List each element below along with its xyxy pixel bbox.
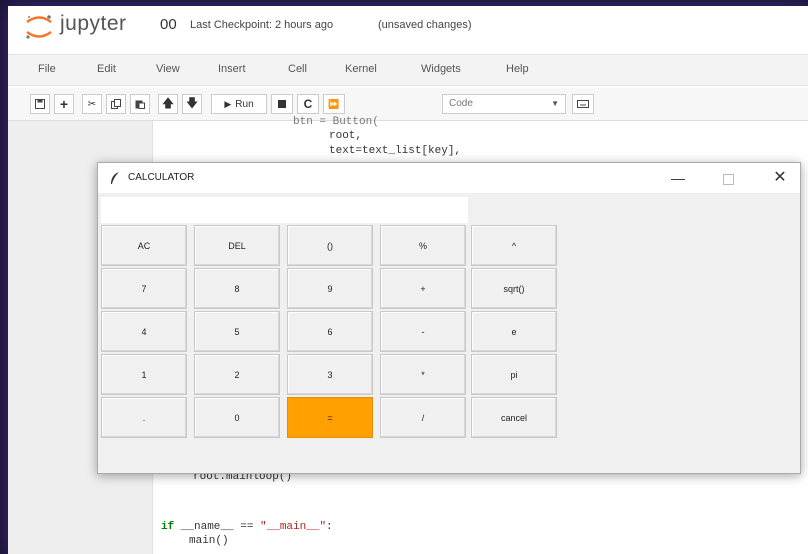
key-multiply[interactable]: * bbox=[380, 354, 466, 395]
cell-type-select[interactable]: Code ▼ bbox=[442, 94, 566, 114]
jupyter-logo-icon[interactable] bbox=[24, 14, 54, 40]
if-keyword: if bbox=[161, 521, 175, 533]
stop-icon bbox=[278, 100, 286, 108]
calculator-display[interactable] bbox=[101, 197, 468, 223]
feather-icon bbox=[111, 172, 119, 184]
key-pi[interactable]: pi bbox=[471, 354, 557, 395]
chevron-down-icon: ▼ bbox=[551, 99, 559, 108]
minimize-icon: — bbox=[671, 170, 685, 186]
key-sqrt[interactable]: sqrt() bbox=[471, 268, 557, 309]
menu-file[interactable]: File bbox=[38, 63, 56, 75]
if-condition: __name__ == bbox=[174, 521, 261, 533]
key-ac[interactable]: AC bbox=[101, 225, 187, 266]
fast-forward-icon: ⏩ bbox=[328, 98, 340, 109]
menu-widgets[interactable]: Widgets bbox=[421, 63, 461, 75]
notebook-toolbar: + ✂ 🡅 🡇 ▶ Run C ⏩ Code ▼ bbox=[8, 88, 808, 121]
run-label: Run bbox=[235, 98, 254, 110]
cell-type-value: Code bbox=[449, 98, 473, 109]
restart-run-all-button[interactable]: ⏩ bbox=[323, 94, 345, 114]
key-0[interactable]: 0 bbox=[194, 397, 280, 438]
if-string: "__main__" bbox=[260, 521, 327, 533]
save-button[interactable] bbox=[30, 94, 50, 114]
close-button[interactable]: ✕ bbox=[768, 167, 792, 189]
key-parentheses[interactable]: () bbox=[287, 225, 373, 266]
key-divide[interactable]: / bbox=[380, 397, 466, 438]
notebook-title[interactable]: 00 bbox=[160, 16, 177, 33]
close-icon: ✕ bbox=[773, 169, 787, 186]
maximize-icon bbox=[722, 173, 734, 185]
jupyter-brand[interactable]: jupyter bbox=[60, 12, 127, 36]
calculator-title: CALCULATOR bbox=[128, 172, 195, 183]
minimize-button[interactable]: — bbox=[666, 167, 690, 189]
key-cancel[interactable]: cancel bbox=[471, 397, 557, 438]
key-3[interactable]: 3 bbox=[287, 354, 373, 395]
plus-icon: + bbox=[59, 96, 69, 112]
menu-cell[interactable]: Cell bbox=[288, 63, 307, 75]
arrow-down-icon: 🡇 bbox=[185, 95, 199, 110]
code-line-root: root, bbox=[329, 130, 363, 142]
insert-cell-button[interactable]: + bbox=[54, 94, 74, 114]
move-down-button[interactable]: 🡇 bbox=[182, 94, 202, 114]
code-line-main: main() bbox=[189, 535, 229, 547]
jupyter-header: jupyter 00 Last Checkpoint: 2 hours ago … bbox=[8, 6, 808, 46]
keyboard-icon bbox=[577, 100, 589, 108]
code-line-partial: btn = Button( bbox=[293, 116, 379, 128]
key-1[interactable]: 1 bbox=[101, 354, 187, 395]
command-palette-button[interactable] bbox=[572, 94, 594, 114]
key-7[interactable]: 7 bbox=[101, 268, 187, 309]
key-4[interactable]: 4 bbox=[101, 311, 187, 352]
save-icon bbox=[35, 99, 45, 109]
scissors-icon: ✂ bbox=[87, 98, 97, 110]
paste-button[interactable] bbox=[130, 94, 150, 114]
code-line-text: text=text_list[key], bbox=[329, 145, 462, 157]
if-colon: : bbox=[326, 521, 333, 533]
menu-insert[interactable]: Insert bbox=[218, 63, 246, 75]
calculator-window[interactable]: CALCULATOR — ✕ AC DEL () % ^ 7 8 9 + sqr… bbox=[97, 162, 801, 474]
screen-frame: jupyter 00 Last Checkpoint: 2 hours ago … bbox=[8, 6, 808, 554]
play-icon: ▶ bbox=[224, 98, 232, 109]
calculator-titlebar[interactable]: CALCULATOR — ✕ bbox=[98, 163, 800, 193]
checkpoint-status: Last Checkpoint: 2 hours ago bbox=[190, 19, 334, 31]
key-6[interactable]: 6 bbox=[287, 311, 373, 352]
key-equals[interactable]: = bbox=[287, 397, 373, 438]
run-button[interactable]: ▶ Run bbox=[211, 94, 267, 114]
restart-icon: C bbox=[303, 97, 313, 111]
menu-edit[interactable]: Edit bbox=[97, 63, 116, 75]
key-decimal[interactable]: . bbox=[101, 397, 187, 438]
copy-icon bbox=[111, 99, 121, 109]
key-minus[interactable]: - bbox=[380, 311, 466, 352]
copy-button[interactable] bbox=[106, 94, 126, 114]
menu-bar: File Edit View Insert Cell Kernel Widget… bbox=[8, 54, 808, 86]
key-plus[interactable]: + bbox=[380, 268, 466, 309]
key-5[interactable]: 5 bbox=[194, 311, 280, 352]
key-e[interactable]: e bbox=[471, 311, 557, 352]
key-power[interactable]: ^ bbox=[471, 225, 557, 266]
restart-button[interactable]: C bbox=[297, 94, 319, 114]
menu-help[interactable]: Help bbox=[506, 63, 529, 75]
maximize-button[interactable] bbox=[716, 167, 740, 189]
cut-button[interactable]: ✂ bbox=[82, 94, 102, 114]
key-percent[interactable]: % bbox=[380, 225, 466, 266]
key-del[interactable]: DEL bbox=[194, 225, 280, 266]
unsaved-status: (unsaved changes) bbox=[378, 19, 472, 31]
menu-view[interactable]: View bbox=[156, 63, 180, 75]
move-up-button[interactable]: 🡅 bbox=[158, 94, 178, 114]
key-2[interactable]: 2 bbox=[194, 354, 280, 395]
key-9[interactable]: 9 bbox=[287, 268, 373, 309]
code-line-if: if __name__ == "__main__": bbox=[161, 521, 333, 533]
paste-icon bbox=[135, 100, 145, 109]
menu-kernel[interactable]: Kernel bbox=[345, 63, 377, 75]
key-8[interactable]: 8 bbox=[194, 268, 280, 309]
interrupt-button[interactable] bbox=[271, 94, 293, 114]
arrow-up-icon: 🡅 bbox=[161, 95, 175, 110]
